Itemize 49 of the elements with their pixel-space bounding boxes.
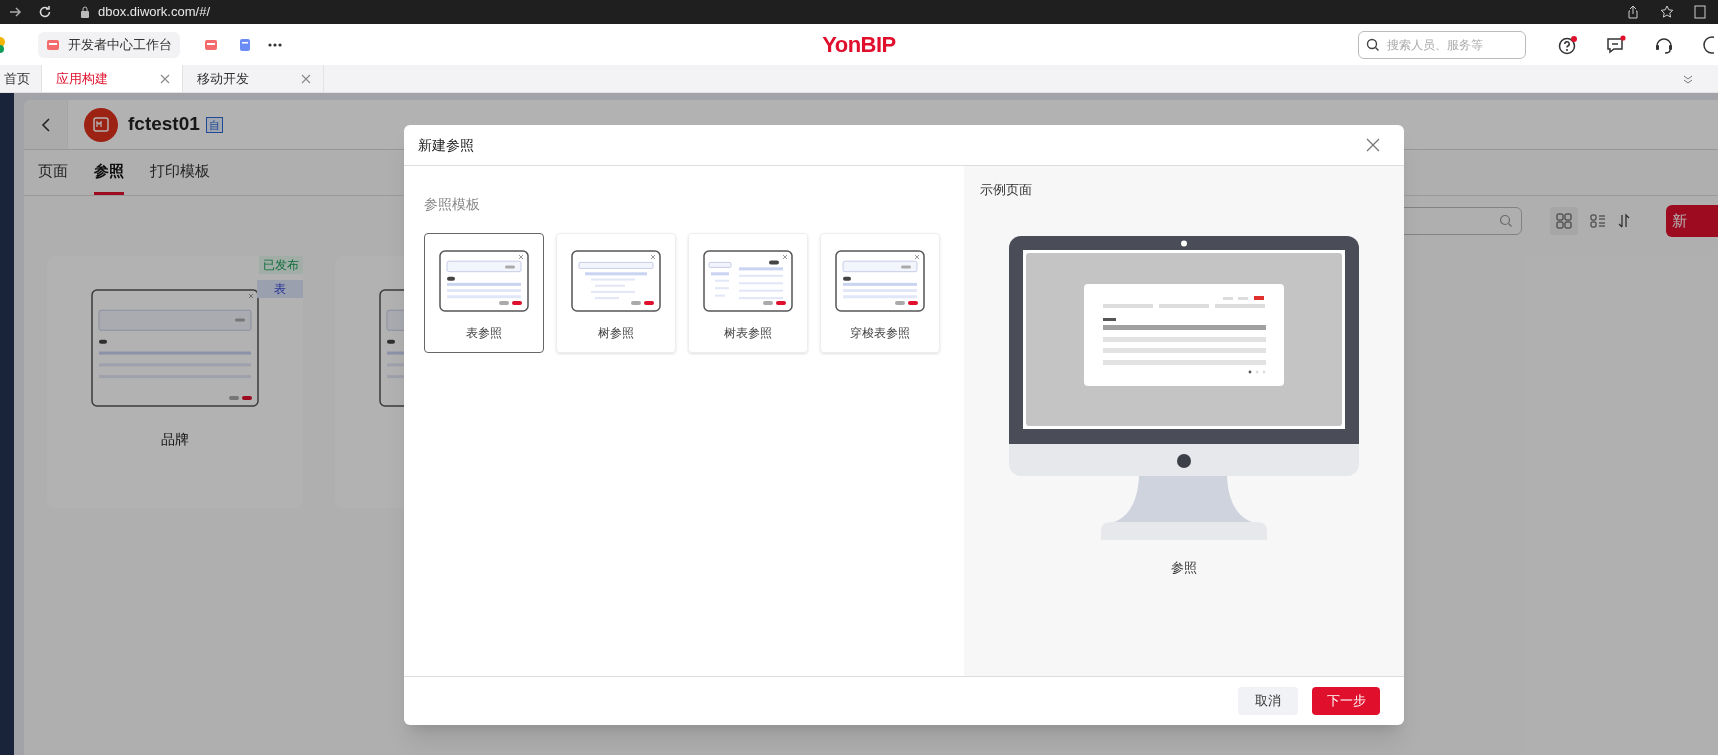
- window-icon[interactable]: [1694, 5, 1706, 19]
- search-icon: [1366, 37, 1380, 52]
- close-icon[interactable]: [160, 73, 170, 84]
- card-title: 品牌: [161, 430, 189, 449]
- share-icon[interactable]: [1626, 5, 1640, 19]
- chat-icon[interactable]: [1702, 34, 1714, 55]
- status-tag: 已发布: [259, 256, 303, 274]
- grid-view-icon[interactable]: [1550, 207, 1578, 235]
- page-tab[interactable]: 应用构建: [42, 65, 183, 92]
- app-icon: [46, 38, 60, 51]
- reload-icon[interactable]: [38, 5, 52, 19]
- url-text[interactable]: dbox.diwork.com/#/: [98, 2, 210, 22]
- close-icon[interactable]: [1366, 138, 1380, 152]
- dialog-title: 新建参照: [418, 135, 474, 155]
- next-button[interactable]: 下一步: [1312, 687, 1380, 715]
- template-option[interactable]: 表参照: [424, 233, 544, 353]
- app-name: fctest01: [128, 112, 200, 137]
- template-option[interactable]: 树表参照: [688, 233, 808, 353]
- preview-title: 示例页面: [980, 181, 1033, 199]
- app-logo-icon: [0, 36, 6, 53]
- app-icon[interactable]: [204, 38, 218, 51]
- sub-tab[interactable]: 参照: [94, 150, 124, 195]
- list-view-icon[interactable]: [1590, 213, 1606, 229]
- cancel-button[interactable]: 取消: [1238, 687, 1298, 715]
- close-icon[interactable]: [301, 73, 311, 84]
- template-option[interactable]: 穿梭表参照: [820, 233, 940, 353]
- brand-logo: YonBIP: [822, 31, 896, 59]
- message-icon[interactable]: [1606, 34, 1626, 55]
- section-title: 参照模板: [424, 195, 481, 214]
- template-option[interactable]: 树参照: [556, 233, 676, 353]
- sub-tab[interactable]: 打印模板: [150, 150, 210, 195]
- workbench-tab[interactable]: 开发者中心工作台: [38, 31, 180, 58]
- app-avatar-icon: [84, 107, 118, 142]
- page-tab[interactable]: 移动开发: [183, 65, 324, 92]
- sort-icon[interactable]: [1618, 213, 1630, 229]
- document-icon[interactable]: [238, 37, 252, 52]
- help-icon[interactable]: [1558, 34, 1578, 55]
- type-tag: 表: [257, 280, 303, 298]
- new-button[interactable]: 新: [1666, 205, 1718, 237]
- app-badge: 自: [205, 116, 223, 133]
- preview-caption: 参照: [1171, 558, 1197, 577]
- lock-icon: [80, 6, 90, 18]
- search-field[interactable]: 搜索人员、服务等: [1358, 30, 1526, 59]
- star-icon[interactable]: [1660, 5, 1674, 19]
- search-icon: [1499, 214, 1513, 228]
- more-icon[interactable]: [268, 42, 282, 47]
- forward-arrow-icon[interactable]: [8, 5, 22, 19]
- chevron-left-icon: [40, 116, 51, 133]
- sub-tab[interactable]: 页面: [38, 150, 68, 195]
